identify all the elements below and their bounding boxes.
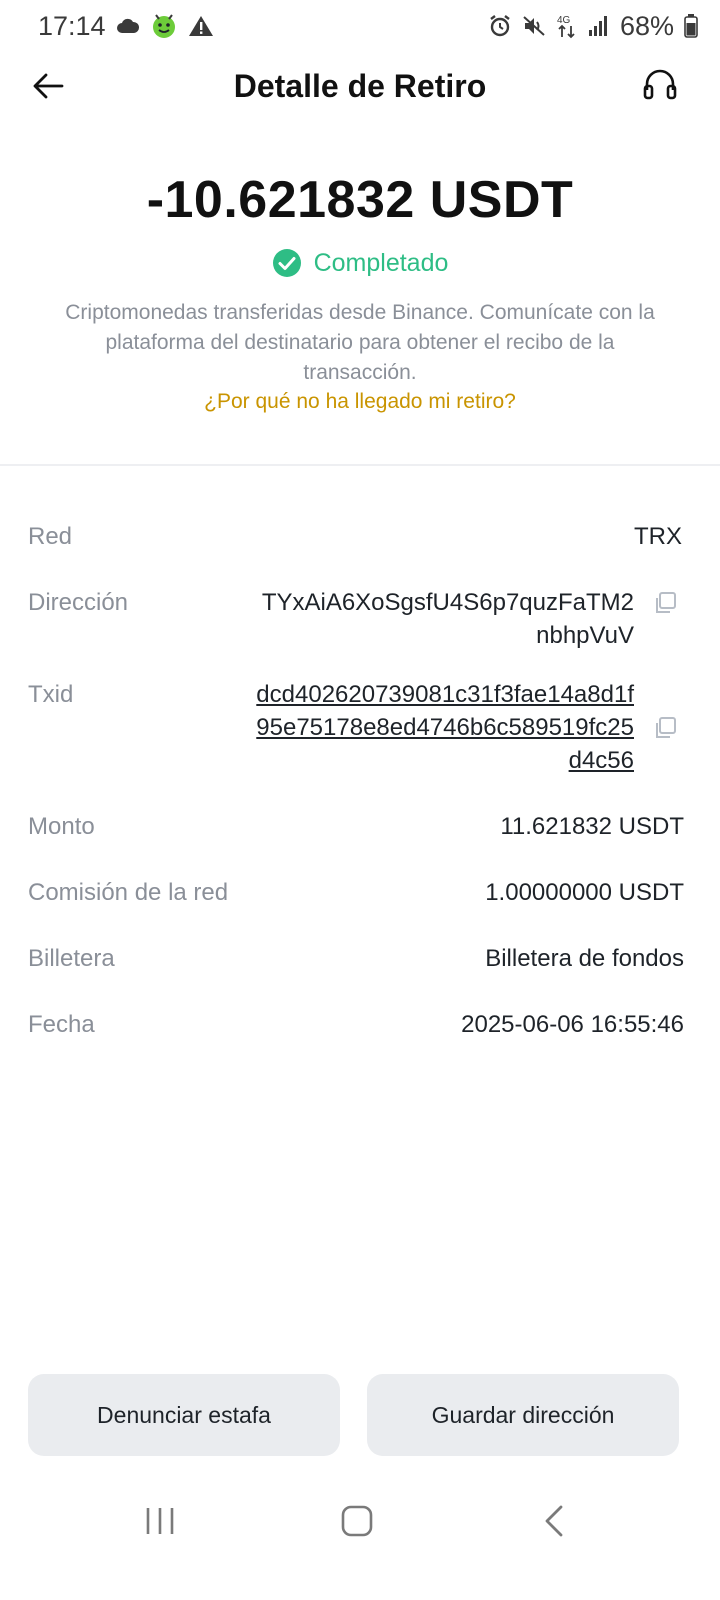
divider (0, 464, 720, 466)
copy-txid-icon[interactable] (652, 715, 678, 741)
headset-support-icon[interactable] (642, 66, 678, 104)
home-icon[interactable] (340, 1504, 374, 1538)
amount-value: 11.621832 USDT (500, 813, 684, 840)
txid-label: Txid (28, 681, 74, 708)
date-label: Fecha (28, 1011, 95, 1038)
status-bar-left: 17:14 (38, 11, 214, 42)
status-label: Completado (313, 248, 449, 277)
detail-row-address: Dirección TYxAiA6XoSgsfU4S6p7quzFaTM2nbh… (28, 586, 678, 652)
page-title: Detalle de Retiro (233, 67, 487, 104)
detail-row-fee: Comisión de la red 1.00000000 USDT (28, 876, 684, 909)
network-value: TRX (634, 523, 682, 550)
status-bar: 17:14 4G 68% (0, 0, 720, 52)
txid-value-link[interactable]: dcd402620739081c31f3fae14a8d1f95e75178e8… (254, 678, 634, 777)
warning-icon (188, 14, 214, 38)
system-back-icon[interactable] (542, 1504, 566, 1538)
signal-icon (588, 15, 610, 37)
withdrawal-help-link[interactable]: ¿Por qué no ha llegado mi retiro? (0, 390, 720, 414)
status-bar-right: 4G 68% (488, 11, 698, 42)
copy-address-icon[interactable] (652, 590, 678, 616)
fee-value: 1.00000000 USDT (485, 879, 684, 906)
alarm-icon (488, 14, 512, 38)
detail-row-network: Red TRX (28, 520, 682, 553)
address-label: Dirección (28, 589, 129, 616)
mobile-data-icon: 4G (556, 13, 578, 39)
status-row: Completado (0, 248, 720, 278)
address-value: TYxAiA6XoSgsfU4S6p7quzFaTM2nbhpVuV (261, 589, 634, 649)
detail-row-date: Fecha 2025-06-06 16:55:46 (28, 1008, 684, 1041)
mute-icon (522, 14, 546, 38)
back-arrow-icon[interactable] (30, 68, 66, 104)
header: Detalle de Retiro (0, 52, 720, 120)
system-nav-bar (0, 1494, 720, 1554)
report-scam-button[interactable]: Denunciar estafa (28, 1374, 340, 1456)
fee-label: Comisión de la red (28, 879, 229, 906)
battery-percent: 68% (619, 10, 674, 41)
battery-icon (684, 14, 698, 38)
check-circle-icon (272, 249, 301, 277)
address-value-wrap: TYxAiA6XoSgsfU4S6p7quzFaTM2nbhpVuV (254, 586, 678, 652)
cloud-icon (116, 17, 140, 35)
save-address-button[interactable]: Guardar dirección (367, 1374, 679, 1456)
date-value: 2025-06-06 16:55:46 (461, 1011, 684, 1038)
network-label: Red (28, 523, 73, 550)
recent-apps-icon[interactable] (144, 1504, 176, 1538)
txid-value-wrap: dcd402620739081c31f3fae14a8d1f95e75178e8… (254, 678, 678, 777)
detail-row-txid: Txid dcd402620739081c31f3fae14a8d1f95e75… (28, 678, 678, 777)
amount-label: Monto (28, 813, 95, 840)
wallet-label: Billetera (28, 945, 115, 972)
detail-row-amount: Monto 11.621832 USDT (28, 810, 684, 843)
android-robot-icon (150, 12, 178, 40)
detail-row-wallet: Billetera Billetera de fondos (28, 942, 684, 975)
withdrawal-amount: -10.621832 USDT (146, 171, 574, 229)
wallet-value: Billetera de fondos (485, 945, 684, 972)
network-type-label: 4G (557, 15, 571, 26)
status-time: 17:14 (38, 10, 106, 41)
description-text: Criptomonedas transferidas desde Binance… (65, 301, 655, 384)
